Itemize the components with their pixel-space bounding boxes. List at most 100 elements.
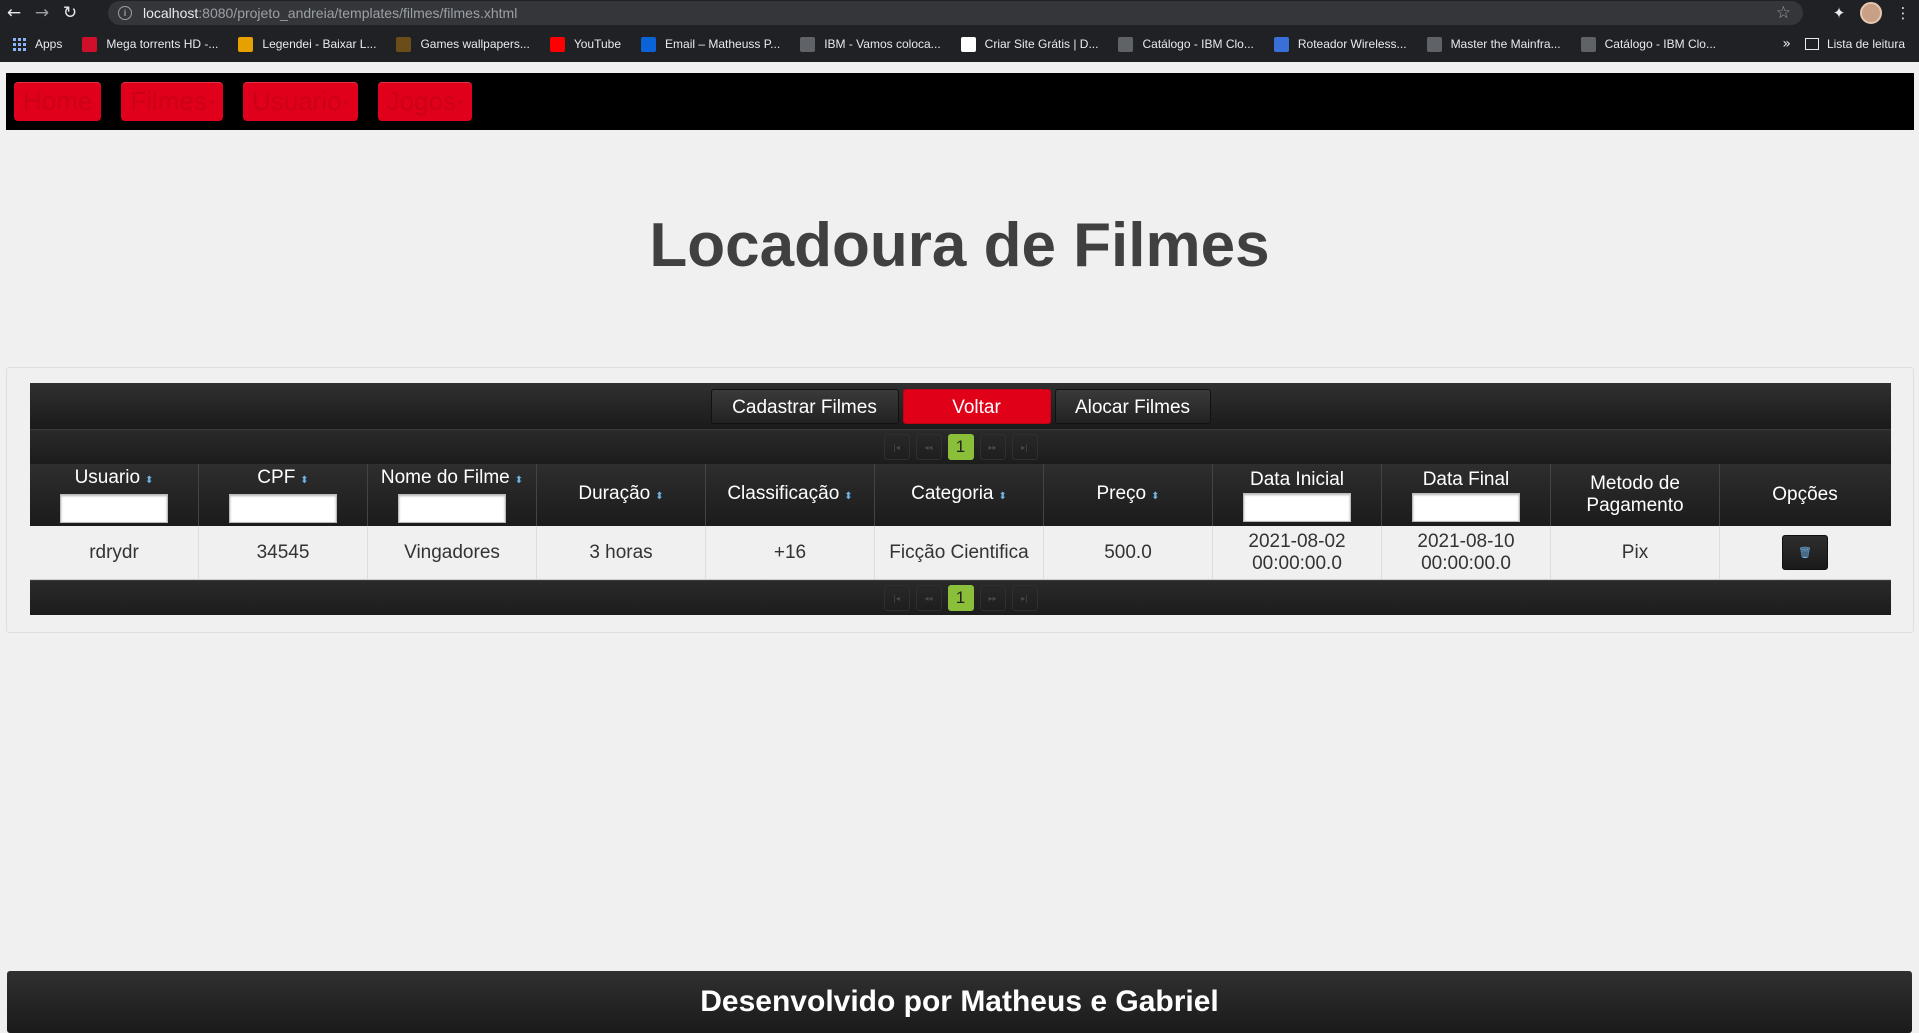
browser-actions: ✦ ⋮ [1823, 0, 1919, 26]
table-cell: 2021-08-10 00:00:00.0 [1382, 526, 1551, 579]
column-title: Categoria ⬍ [911, 483, 1007, 508]
extensions-puzzle-icon[interactable]: ✦ [1823, 0, 1855, 26]
column-filter-input[interactable] [1412, 492, 1520, 522]
first-page-icon[interactable]: |◂ [883, 434, 910, 460]
url-path: :8080/projeto_andreia/templates/filmes/f… [198, 5, 518, 21]
bookmark-item[interactable]: Games wallpapers... [396, 36, 530, 52]
table-toolbar: Cadastrar Filmes Voltar Alocar Filmes [30, 383, 1891, 429]
nav-usuario-button[interactable]: Usuario ▾ [242, 82, 358, 121]
nav-home-button[interactable]: Home [14, 82, 102, 121]
table-cell: 34545 [199, 526, 368, 579]
footer: Desenvolvido por Matheus e Gabriel [7, 971, 1912, 1033]
column-filter-input[interactable] [60, 494, 168, 523]
last-page-icon[interactable]: ▸| [1011, 585, 1038, 611]
sort-icon[interactable]: ⬍ [145, 475, 153, 486]
table-cell: Vingadores [368, 526, 537, 579]
data-table: Cadastrar Filmes Voltar Alocar Filmes |◂… [30, 383, 1891, 618]
ibm-icon [1426, 36, 1442, 52]
alocar-filmes-button[interactable]: Alocar Filmes [1054, 388, 1211, 424]
column-title: Metodo de Pagamento [1551, 473, 1719, 517]
column-title: Duração ⬍ [578, 483, 663, 508]
first-page-icon[interactable]: |◂ [883, 585, 910, 611]
bookmark-label: Apps [35, 37, 63, 51]
kebab-menu-icon[interactable]: ⋮ [1887, 0, 1919, 26]
main-nav: Home Filmes ▾ Usuario ▾ Jogos ▾ [6, 73, 1914, 130]
paginator-bottom: |◂ ◂◂ 1 ▸▸ ▸| [30, 580, 1891, 615]
column-header: Data Inicial [1213, 464, 1382, 526]
table-cell: Pix [1551, 526, 1720, 579]
page-number[interactable]: 1 [947, 434, 974, 460]
bookmark-item[interactable]: Legendei - Baixar L... [238, 36, 376, 52]
address-bar[interactable]: i localhost:8080/projeto_andreia/templat… [108, 1, 1803, 25]
page-number[interactable]: 1 [947, 585, 974, 611]
l-icon [238, 36, 254, 52]
sort-icon[interactable]: ⬍ [655, 491, 663, 502]
nav-jogos-button[interactable]: Jogos ▾ [377, 82, 472, 121]
forward-arrow-icon[interactable]: → [28, 0, 56, 26]
reading-list-button[interactable]: Lista de leitura [1804, 26, 1905, 62]
delete-button[interactable]: 🗑 [1782, 535, 1828, 570]
voltar-button[interactable]: Voltar [902, 388, 1051, 424]
bookmark-item[interactable]: IBM - Vamos coloca... [800, 36, 941, 52]
column-filter-input[interactable] [1243, 492, 1351, 522]
table-header: Usuario ⬍ CPF ⬍ Nome do Filme ⬍ Duração ⬍ Classi… [30, 464, 1891, 526]
bookmark-item[interactable]: Email – Matheuss P... [641, 36, 780, 52]
column-header[interactable]: Categoria ⬍ [875, 464, 1044, 526]
column-header[interactable]: Preço ⬍ [1044, 464, 1213, 526]
bookmark-item[interactable]: Criar Site Grátis | D... [960, 36, 1098, 52]
table-panel: Cadastrar Filmes Voltar Alocar Filmes |◂… [6, 367, 1914, 633]
bookmark-item[interactable]: Catálogo - IBM Clo... [1118, 36, 1254, 52]
column-title: Opções [1772, 484, 1837, 506]
sort-icon[interactable]: ⬍ [1151, 491, 1159, 502]
bookmark-item[interactable]: Catálogo - IBM Clo... [1580, 36, 1716, 52]
outlook-icon [641, 36, 657, 52]
caret-down-icon: ▾ [208, 97, 214, 109]
sort-icon[interactable]: ⬍ [515, 475, 523, 486]
sort-icon[interactable]: ⬍ [999, 491, 1007, 502]
cadastrar-filmes-button[interactable]: Cadastrar Filmes [710, 388, 899, 424]
column-header[interactable]: Usuario ⬍ [30, 464, 199, 526]
table-cell: 2021-08-02 00:00:00.0 [1213, 526, 1382, 579]
column-header[interactable]: Duração ⬍ [537, 464, 706, 526]
prev-page-icon[interactable]: ◂◂ [915, 585, 942, 611]
next-page-icon[interactable]: ▸▸ [979, 585, 1006, 611]
reload-icon[interactable]: ↻ [56, 0, 84, 26]
bookmark-item[interactable]: Master the Mainfra... [1426, 36, 1561, 52]
column-filter-input[interactable] [229, 494, 337, 523]
more-bookmarks-icon[interactable]: » [1782, 26, 1791, 62]
bookmark-item[interactable]: YouTube [549, 36, 621, 52]
column-header[interactable]: Classificação ⬍ [706, 464, 875, 526]
bookmark-label: Master the Mainfra... [1450, 37, 1561, 51]
column-label: Nome do Filme [380, 467, 510, 488]
sort-icon[interactable]: ⬍ [844, 491, 852, 502]
table-row: rdrydr 34545 Vingadores 3 horas +16 Ficção Ci… [30, 526, 1891, 580]
column-header: Opções [1720, 464, 1890, 526]
bookmark-item[interactable]: Roteador Wireless... [1273, 36, 1407, 52]
cloud-icon [1118, 36, 1134, 52]
paginator-top: |◂ ◂◂ 1 ▸▸ ▸| [30, 429, 1891, 464]
column-header[interactable]: Nome do Filme ⬍ [368, 464, 537, 526]
table-cell: rdrydr [30, 526, 199, 579]
bookmark-star-icon[interactable]: ☆ [1776, 3, 1791, 23]
column-filter-input[interactable] [398, 494, 506, 523]
profile-avatar[interactable] [1855, 0, 1887, 26]
back-arrow-icon[interactable]: ← [0, 0, 28, 26]
prev-page-icon[interactable]: ◂◂ [915, 434, 942, 460]
column-label: Classificação [727, 482, 840, 504]
reading-list-icon [1804, 38, 1819, 50]
bookmark-label: Catálogo - IBM Clo... [1142, 37, 1254, 51]
next-page-icon[interactable]: ▸▸ [979, 434, 1006, 460]
sort-icon[interactable]: ⬍ [300, 475, 308, 486]
column-header[interactable]: CPF ⬍ [199, 464, 368, 526]
last-page-icon[interactable]: ▸| [1011, 434, 1038, 460]
column-label: Categoria [911, 482, 994, 504]
bookmark-item[interactable]: Apps [13, 37, 62, 51]
ibm-icon [800, 36, 816, 52]
nav-label: Filmes [130, 86, 207, 116]
column-label: Data Inicial [1250, 468, 1344, 490]
bookmark-item[interactable]: Mega torrents HD -... [82, 36, 218, 52]
nav-filmes-button[interactable]: Filmes ▾ [121, 82, 223, 121]
site-info-icon[interactable]: i [118, 6, 132, 20]
column-label: Metodo de Pagamento [1586, 473, 1684, 516]
column-label: Data Final [1422, 468, 1510, 490]
